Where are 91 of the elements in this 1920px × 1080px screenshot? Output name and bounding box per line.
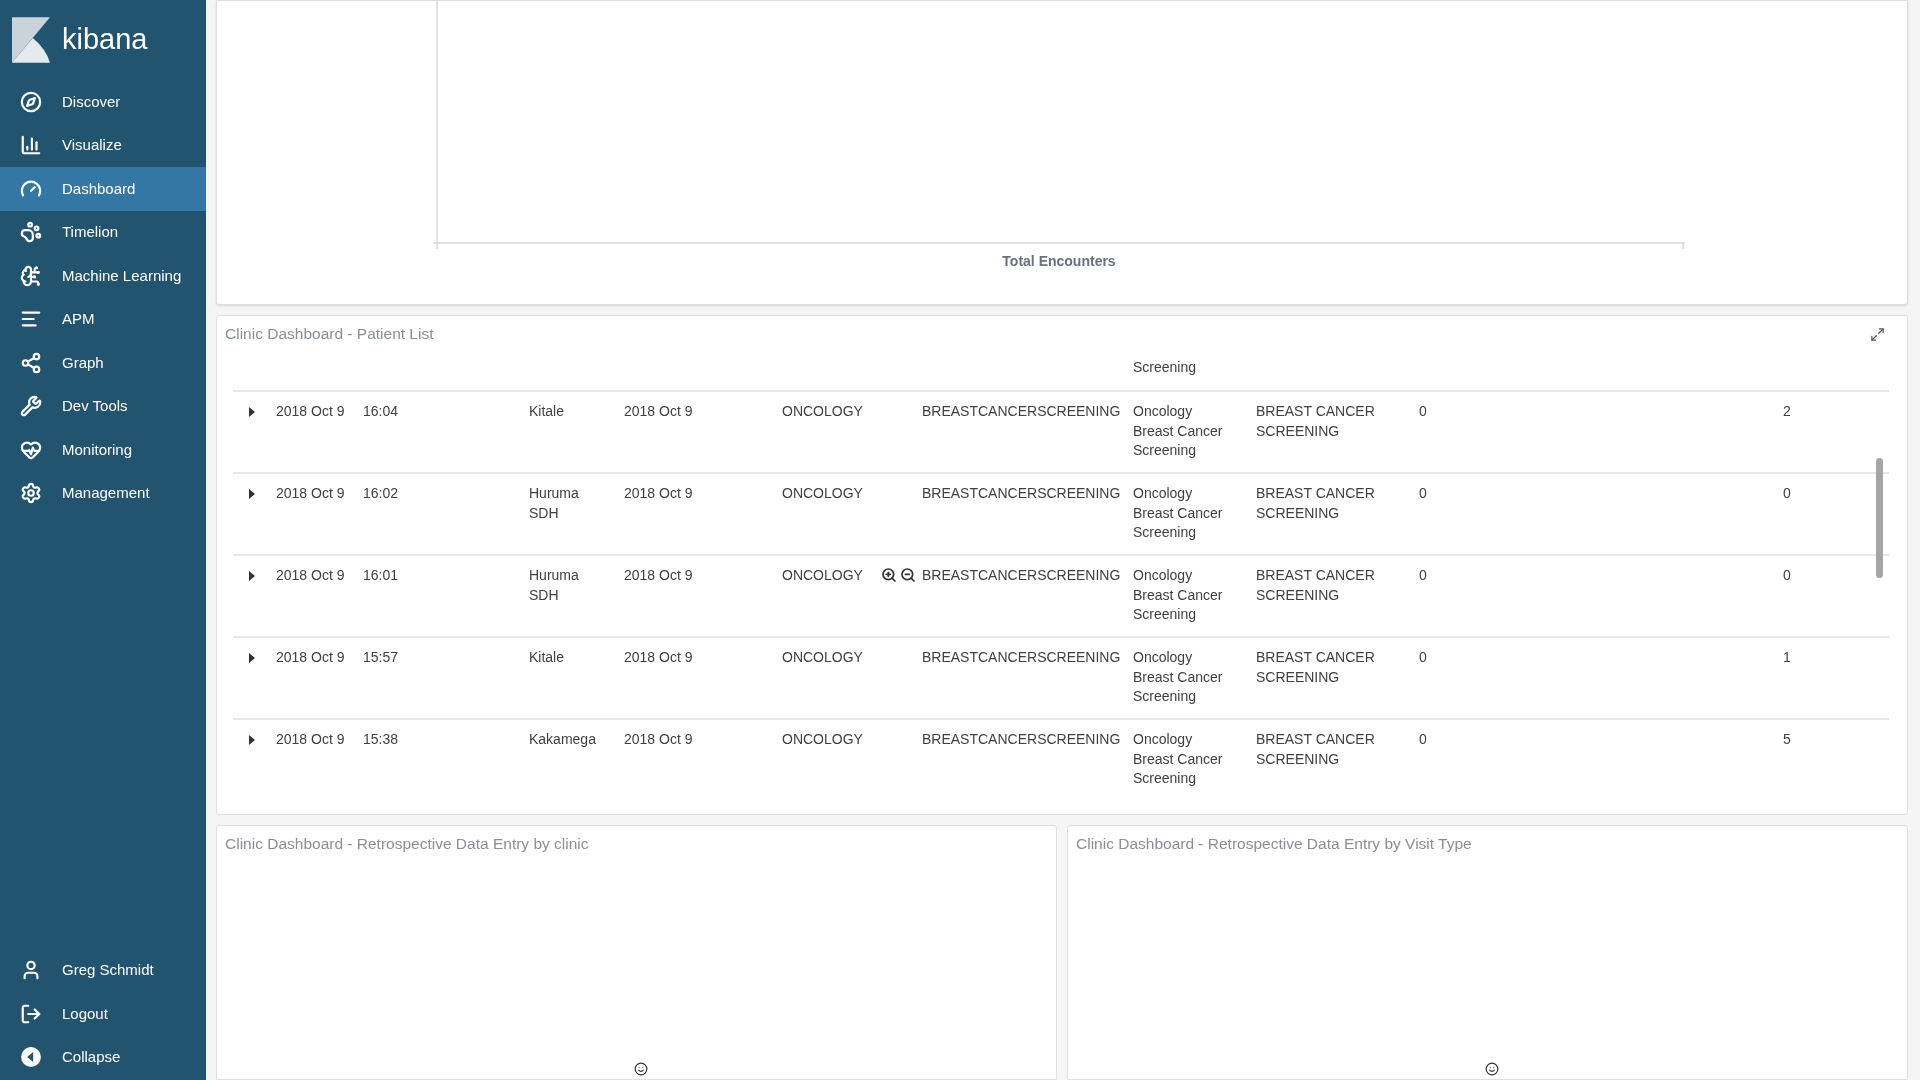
- table-cell-text: 2018 Oct 9: [276, 566, 345, 585]
- zoom-in-icon[interactable]: [880, 567, 897, 583]
- table-cell-text: 2018 Oct 9: [276, 402, 345, 421]
- table-cell-text: 16:04: [363, 402, 399, 421]
- nav-item[interactable]: Discover: [0, 80, 206, 124]
- smiley-icon: [1484, 1062, 1499, 1076]
- table-cell-text: Kakamega: [529, 730, 596, 749]
- bar-chart-icon: [20, 134, 42, 157]
- table-cell-text: 1: [1783, 648, 1791, 667]
- table-cell-text: BREASTCANCERSCREENING: [922, 730, 1121, 749]
- nav-item[interactable]: Collapse: [0, 1035, 206, 1079]
- table-cell-text: 5: [1783, 730, 1791, 749]
- table-cell-text: Screening: [1133, 358, 1198, 377]
- compass-icon: [20, 90, 42, 113]
- nav-item[interactable]: Visualize: [0, 123, 206, 167]
- nav-item[interactable]: Monitoring: [0, 428, 206, 472]
- panel-title: Clinic Dashboard - Patient List: [225, 324, 434, 345]
- table-cell-text: Oncology Breast Cancer Screening: [1133, 484, 1224, 542]
- table-cell-text: BREAST CANCER SCREENING: [1256, 730, 1376, 769]
- table-cell-text: 2018 Oct 9: [624, 730, 693, 749]
- table-cell-text: 0: [1419, 730, 1427, 749]
- expand-caret-icon[interactable]: [249, 735, 255, 745]
- expand-caret-icon[interactable]: [249, 489, 255, 499]
- table-cell-text: BREAST CANCER SCREENING: [1256, 484, 1376, 523]
- table-cell-text: Oncology Breast Cancer Screening: [1133, 648, 1224, 706]
- nav-item[interactable]: Dev Tools: [0, 384, 206, 428]
- smiley-icon: [633, 1062, 648, 1076]
- expand-caret-icon[interactable]: [249, 571, 255, 581]
- nav-item[interactable]: Timelion: [0, 210, 206, 254]
- table-cell-text: 0: [1419, 484, 1427, 503]
- graph-icon: [20, 351, 42, 374]
- table-cell-text: 0: [1783, 566, 1791, 585]
- table-cell-text: BREASTCANCERSCREENING: [922, 484, 1121, 503]
- brain-icon: [20, 264, 42, 287]
- table-cell-text: 0: [1419, 402, 1427, 421]
- collapse-icon: [20, 1046, 42, 1069]
- wrench-icon: [20, 395, 42, 418]
- table-cell-text: 16:02: [363, 484, 399, 503]
- table-cell-text: BREASTCANCERSCREENING: [922, 402, 1121, 421]
- table-cell-text: 2: [1783, 402, 1791, 421]
- table-cell-text: 2018 Oct 9: [276, 648, 345, 667]
- logout-icon: [20, 1002, 42, 1025]
- table-cell-text: ONCOLOGY: [782, 730, 863, 749]
- user-icon: [20, 959, 42, 982]
- table-cell-text: 2018 Oct 9: [276, 484, 345, 503]
- table-cell-text: BREASTCANCERSCREENING: [922, 648, 1121, 667]
- table-cell-text: ONCOLOGY: [782, 402, 863, 421]
- table-cell-text: ONCOLOGY: [782, 484, 863, 503]
- scrollbar[interactable]: [1876, 458, 1883, 578]
- table-cell-text: BREAST CANCER SCREENING: [1256, 648, 1376, 687]
- axis-title: Total Encounters: [1002, 252, 1116, 271]
- paw-icon: [20, 221, 42, 244]
- panel-title: Clinic Dashboard - Retrospective Data Entry by Visit Type: [1076, 834, 1472, 854]
- settings-icon: [20, 482, 42, 505]
- table-cell-text: 0: [1783, 484, 1791, 503]
- table-cell-text: 2018 Oct 9: [276, 730, 345, 749]
- table-cell-text: 2018 Oct 9: [624, 566, 693, 585]
- nav-item[interactable]: Dashboard: [0, 167, 206, 211]
- table-cell-text: Huruma SDH: [529, 484, 580, 523]
- nav-item[interactable]: Machine Learning: [0, 254, 206, 298]
- table-cell-text: BREAST CANCER SCREENING: [1256, 566, 1376, 605]
- table-cell-text: 2018 Oct 9: [624, 648, 693, 667]
- table-cell-text: 16:01: [363, 566, 399, 585]
- table-cell-text: Kitale: [529, 648, 565, 667]
- table-cell-text: Huruma SDH: [529, 566, 580, 605]
- table-cell-text: Oncology Breast Cancer Screening: [1133, 402, 1224, 460]
- table-cell-text: 2018 Oct 9: [624, 484, 693, 503]
- panel-title: Clinic Dashboard - Retrospective Data Entry by clinic: [225, 834, 589, 854]
- table-cell-text: Kitale: [529, 402, 565, 421]
- table-cell-text: Oncology Breast Cancer Screening: [1133, 730, 1224, 788]
- table-cell-text: ONCOLOGY: [782, 566, 863, 585]
- nav-item[interactable]: Greg Schmidt: [0, 948, 206, 992]
- table-cell-text: ONCOLOGY: [782, 648, 863, 667]
- table-cell-text: 0: [1419, 648, 1427, 667]
- table-cell-text: 15:38: [363, 730, 399, 749]
- kibana-logo-icon: [12, 17, 50, 63]
- nav-item[interactable]: APM: [0, 297, 206, 341]
- nav-item[interactable]: Management: [0, 471, 206, 515]
- nav-item[interactable]: Logout: [0, 992, 206, 1036]
- nav-item[interactable]: Graph: [0, 341, 206, 385]
- expand-caret-icon[interactable]: [249, 407, 255, 417]
- table-cell-text: BREAST CANCER SCREENING: [1256, 402, 1376, 441]
- expand-caret-icon[interactable]: [249, 653, 255, 663]
- expand-icon[interactable]: [1870, 326, 1885, 342]
- table-cell-text: 15:57: [363, 648, 399, 667]
- zoom-out-icon[interactable]: [899, 567, 916, 583]
- brand-name: kibana: [62, 22, 148, 58]
- table-cell-text: Oncology Breast Cancer Screening: [1133, 566, 1224, 624]
- table-cell-text: BREASTCANCERSCREENING: [922, 566, 1121, 585]
- table-cell-text: 0: [1419, 566, 1427, 585]
- table-cell-text: 2018 Oct 9: [624, 402, 693, 421]
